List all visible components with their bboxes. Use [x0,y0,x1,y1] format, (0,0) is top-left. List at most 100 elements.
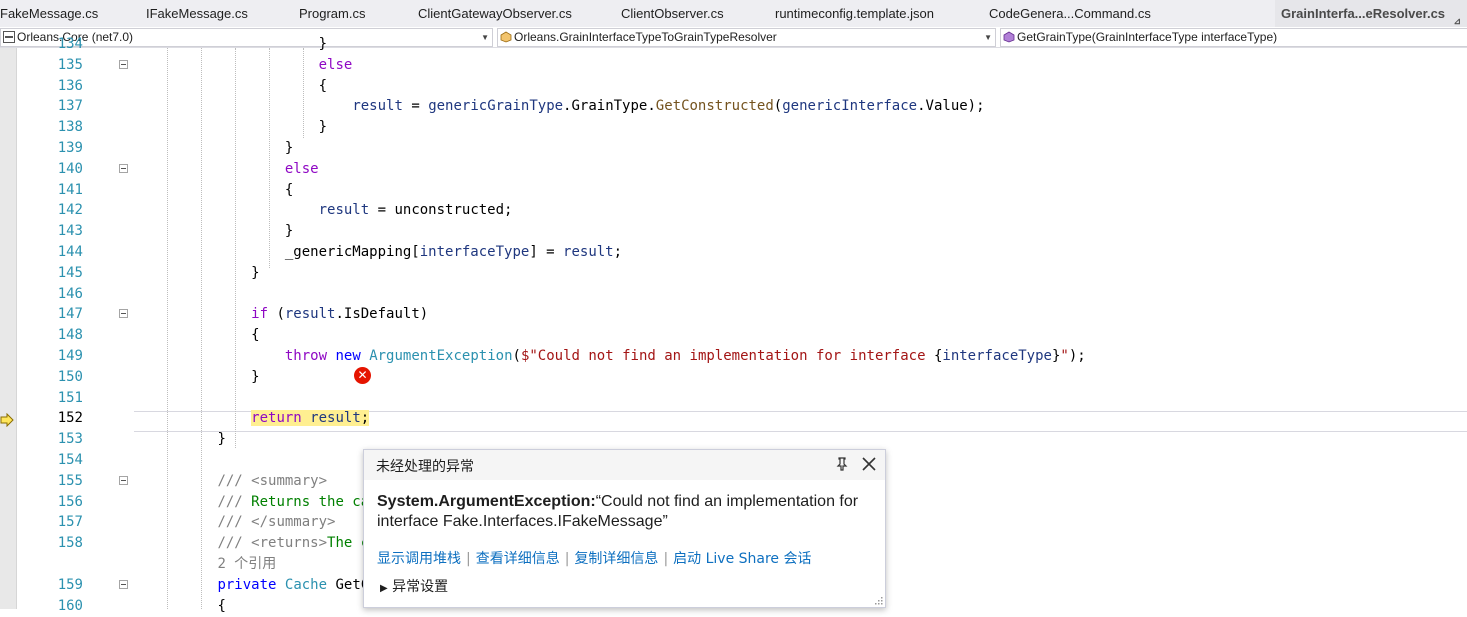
code-token: = [402,98,429,115]
code-token: /// <summary> [217,472,328,489]
code-token: result [284,306,336,323]
code-token: result [310,410,361,427]
code-token: new [335,348,361,364]
code-token: IsDefault) [343,306,429,323]
code-token: return [251,410,302,427]
line-number: 136 [57,77,83,94]
code-token: GetConstructed [655,98,774,115]
indicator-margin[interactable] [0,48,17,609]
tab-6[interactable]: CodeGenera...Command.cs [989,0,1151,27]
code-text: return result; [251,408,370,429]
line-number: 158 [57,535,83,552]
collapse-icon[interactable] [119,475,128,485]
exception-settings-label: 异常设置 [392,579,449,595]
line-number: 139 [57,140,83,156]
line-number: 159 [57,576,83,593]
code-token: unconstructed; [394,202,513,219]
code-text: { [319,76,327,97]
collapse-icon[interactable] [119,163,128,173]
line-number: 149 [57,348,83,364]
code-token: { [217,597,226,614]
indent-guide [167,48,168,609]
code-token: } [251,264,260,281]
code-token: genericInterface [782,98,918,115]
pin-icon[interactable] [834,456,850,472]
exception-type: System.ArgumentException: [377,493,596,510]
code-token: ] = [529,244,564,260]
exception-action-link-0[interactable]: 显示调用堆栈 [377,551,461,567]
line-number: 138 [57,119,83,136]
line-number: 141 [57,181,83,198]
line-number: 156 [57,493,83,510]
tab-0[interactable]: FakeMessage.cs [0,0,98,27]
code-token [301,410,311,427]
code-token: else [318,56,353,73]
line-number: 160 [57,597,83,614]
code-token: genericGrainType [428,98,564,115]
code-token: else [284,160,319,177]
exception-action-link-1[interactable]: 查看详细信息 [476,551,560,567]
code-token: } [318,119,328,136]
code-token: $"Could not find an implementation for i… [520,348,934,364]
collapse-icon[interactable] [119,309,128,319]
code-token: GrainType [571,98,648,115]
active-tab-label: GrainInterfa...eResolver.cs [1281,6,1446,21]
code-token: . [335,306,344,323]
csharp-project-icon [3,31,15,43]
code-text: } [319,34,327,55]
line-number: 151 [57,389,83,406]
line-number: 142 [57,202,83,219]
code-text: else [319,55,353,76]
code-token: Value); [925,98,985,115]
code-token: ( [773,98,783,115]
code-token: Cache [284,576,328,593]
popup-title: 未经处理的异常 [376,459,474,475]
code-token: . [917,98,926,115]
exception-settings-toggle[interactable]: ▶ 异常设置 [380,576,448,596]
code-text: /// <returns>The cac [217,533,386,554]
line-number: 150 [57,368,83,385]
code-text: } [251,367,259,388]
code-token: _genericMapping[ [284,244,420,260]
link-separator: | [663,551,669,567]
line-number: 144 [57,244,83,260]
code-token: result [563,244,614,260]
exception-helper-popup: 未经处理的异常 System.ArgumentException:“Could … [363,449,886,608]
exception-action-link-3[interactable]: 启动 Live Share 会话 [673,551,811,567]
resize-grip-icon[interactable] [873,595,883,605]
code-text: } [251,263,259,284]
code-token: ; [613,244,623,260]
tab-4[interactable]: ClientObserver.cs [621,0,724,27]
tab-2[interactable]: Program.cs [299,0,365,27]
tab-active[interactable]: GrainInterfa...eResolver.cs ⊿ [1275,0,1467,27]
code-token: } [318,36,328,52]
exception-action-link-2[interactable]: 复制详细信息 [574,551,658,567]
tab-1[interactable]: IFakeMessage.cs [146,0,248,27]
code-token: } [284,223,294,240]
close-icon[interactable] [861,456,877,472]
code-token: ); [1068,348,1086,364]
error-icon[interactable]: ✕ [354,367,371,384]
line-number: 154 [57,452,83,468]
tab-3[interactable]: ClientGatewayObserver.cs [418,0,572,27]
code-token: /// <returns> [217,535,328,552]
tab-5[interactable]: runtimeconfig.template.json [775,0,934,27]
line-number: 148 [57,327,83,344]
caret-right-icon: ▶ [380,583,388,594]
indent-guide [201,48,202,609]
code-text: if (result.IsDefault) [251,304,428,325]
line-number: 140 [57,160,83,177]
collapse-icon[interactable] [119,579,128,589]
line-number: 143 [57,223,83,240]
code-text: { [251,325,259,346]
collapse-icon[interactable] [119,59,128,69]
popup-header: 未经处理的异常 [364,450,885,480]
line-number: 147 [57,306,83,323]
indent-guide [235,48,236,448]
line-number: 155 [57,472,83,489]
line-number: 153 [57,431,83,448]
code-token: ( [268,306,285,323]
line-number: 157 [57,514,83,531]
line-number: 137 [57,98,83,115]
